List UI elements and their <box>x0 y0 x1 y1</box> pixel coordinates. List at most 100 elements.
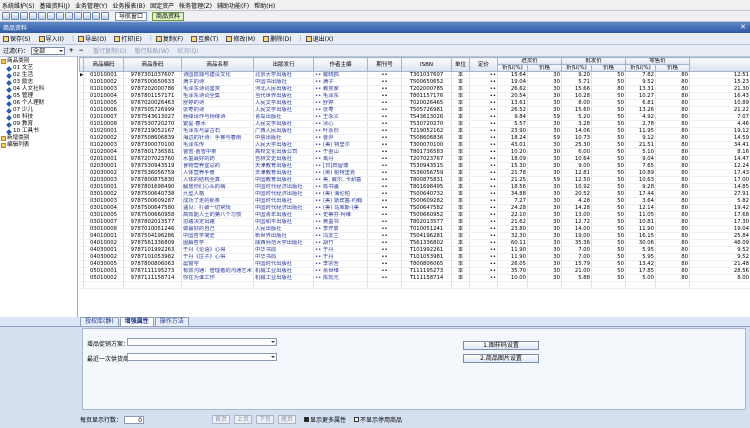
table-cell[interactable]: •• 余世维 <box>313 267 368 275</box>
table-cell[interactable]: 30 <box>527 78 563 86</box>
table-cell[interactable]: 本 <box>451 148 470 156</box>
table-cell[interactable]: 35.36 <box>561 239 593 247</box>
table-cell[interactable]: 本 <box>451 239 470 247</box>
table-cell[interactable]: •• <box>469 204 498 212</box>
table-cell[interactable]: T500650652 <box>401 78 452 86</box>
table-cell[interactable]: 13.31 <box>625 85 657 93</box>
table-cell[interactable]: •• 陈凯元 <box>313 274 368 282</box>
table-cell[interactable]: 28.56 <box>689 267 750 275</box>
table-cell[interactable]: 9787530720270 <box>123 120 182 128</box>
menu-item[interactable]: 业务报表(B) <box>112 1 145 10</box>
table-cell[interactable]: 30 <box>527 99 563 107</box>
table-cell[interactable]: 机械工业出版社 <box>253 267 314 275</box>
table-cell[interactable]: 80 <box>655 162 691 170</box>
table-cell[interactable]: •• <box>367 218 402 226</box>
table-cell[interactable]: 80 <box>655 246 691 254</box>
table-cell[interactable]: •• <box>469 120 498 128</box>
table-cell[interactable]: 80 <box>655 78 691 86</box>
status-link[interactable]: 状况(Q) <box>177 46 198 55</box>
tree-item[interactable]: 02 生活 <box>0 72 77 79</box>
table-cell[interactable]: 80 <box>655 218 691 226</box>
table-cell[interactable]: 人民文学出版社 <box>253 120 314 128</box>
menu-item[interactable]: 帐务管理(Z) <box>179 1 212 10</box>
table-cell[interactable]: •• <box>367 246 402 254</box>
table-cell[interactable]: 30 <box>527 197 563 205</box>
table-cell[interactable]: 19.04 <box>497 78 528 86</box>
tree-item[interactable]: 10 工具书 <box>0 128 77 135</box>
tree-item[interactable]: 04 人文社科 <box>0 86 77 93</box>
table-cell[interactable]: •• 毛泽东 <box>313 92 368 100</box>
table-cell[interactable]: 5.71 <box>561 78 593 86</box>
table-cell[interactable]: •• 满子 <box>313 78 368 86</box>
table-cell[interactable]: •• 胡竹 <box>313 239 368 247</box>
table-cell[interactable]: 食物营养宜忌的 <box>181 162 254 170</box>
table-row[interactable] <box>79 281 750 289</box>
table-cell[interactable]: 本 <box>451 78 470 86</box>
table-cell[interactable]: 中国时代经济出版社 <box>253 204 314 212</box>
table-cell[interactable]: T530943515 <box>401 162 452 170</box>
table-cell[interactable]: 8.00 <box>689 274 750 282</box>
table-cell[interactable]: T505726981 <box>401 106 452 114</box>
tree-item[interactable]: 03 励志 <box>0 79 77 86</box>
table-cell[interactable]: 中国书出版社 <box>253 78 314 86</box>
table-cell[interactable]: 北京大学出版社 <box>253 71 314 79</box>
table-cell[interactable]: 50 <box>591 176 627 184</box>
table-cell[interactable]: 10.27 <box>625 92 657 100</box>
table-cell[interactable]: 本 <box>451 99 470 107</box>
table-cell[interactable]: •• <box>367 274 402 282</box>
table-cell[interactable]: •• <box>367 225 402 233</box>
table-cell[interactable]: 30 <box>527 232 563 240</box>
table-cell[interactable]: 50 <box>591 246 627 254</box>
table-cell[interactable]: •• <box>469 71 498 79</box>
table-cell[interactable]: 本 <box>451 155 470 163</box>
table-cell[interactable]: •• <box>367 127 402 135</box>
table-cell[interactable]: 10.63 <box>625 176 657 184</box>
table-cell[interactable]: 21.51 <box>625 141 657 149</box>
table-cell[interactable]: 本 <box>451 92 470 100</box>
table-cell[interactable]: •• <box>367 148 402 156</box>
table-cell[interactable]: 18.56 <box>497 183 528 191</box>
table-cell[interactable]: 本 <box>451 134 470 142</box>
table-cell[interactable]: •• <box>367 134 402 142</box>
tree-extra[interactable]: 新增类别 <box>0 135 77 142</box>
table-cell[interactable] <box>253 281 314 289</box>
table-cell[interactable]: 14.59 <box>689 134 750 142</box>
table-cell[interactable]: 24.28 <box>497 204 528 212</box>
table-cell[interactable]: 9.28 <box>625 183 657 191</box>
list-icon[interactable] <box>38 12 46 20</box>
column-subheader[interactable]: 价格 <box>655 64 691 72</box>
table-cell[interactable]: •• (美) 海伦帕 <box>313 190 368 198</box>
column-header[interactable]: 定价 <box>469 57 498 72</box>
table-cell[interactable]: T202000785 <box>401 85 452 93</box>
column-header[interactable]: 单位 <box>451 57 470 72</box>
table-row[interactable]: 04030001 9787101992263 于丹《论语》心得 中华书局 •• 于丹 ••… <box>79 246 750 254</box>
help-icon[interactable] <box>101 12 109 20</box>
table-cell[interactable]: 人体的结构全真 <box>181 176 254 184</box>
table-cell[interactable]: 陕西师范大学出版社 <box>253 239 314 247</box>
table-cell[interactable]: 9.52 <box>689 253 750 261</box>
table-cell[interactable]: 当代世界出版社 <box>253 92 314 100</box>
table-cell[interactable]: 有效沟通：管理者的沟通艺术 <box>181 267 254 275</box>
table-cell[interactable] <box>497 281 528 289</box>
hide-disabled-checkbox[interactable] <box>354 417 360 422</box>
table-cell[interactable]: 本 <box>451 218 470 226</box>
table-row[interactable]: 01020002 9787508606839 海边的针诗：手推与春雨 中信出版社 •• … <box>79 134 750 142</box>
table-cell[interactable] <box>561 281 593 289</box>
table-cell[interactable]: 7.00 <box>561 246 593 254</box>
table-cell[interactable]: T500640732 <box>401 190 452 198</box>
table-row[interactable]: 01010006 9787505726999 张枣的诗 人民文学出版社 •• 张枣 •• T… <box>79 106 750 114</box>
menu-item[interactable]: 系统维护(S) <box>2 1 35 10</box>
table-cell[interactable]: 50 <box>591 225 627 233</box>
table-cell[interactable]: •• <box>367 113 402 121</box>
table-cell[interactable] <box>655 281 691 289</box>
table-cell[interactable]: 9.12 <box>625 134 657 142</box>
table-cell[interactable]: 5.20 <box>561 113 593 121</box>
table-cell[interactable]: T800806065 <box>401 260 452 268</box>
table-cell[interactable]: T207023767 <box>401 155 452 163</box>
table-cell[interactable]: 20.52 <box>561 190 593 198</box>
table-cell[interactable]: •• (美) 斯宾塞·约翰 <box>313 197 368 205</box>
table-cell[interactable]: 9787301037607 <box>123 71 182 79</box>
temp-paste-link[interactable]: 暂行粘贴(W) <box>134 46 169 55</box>
goods-info-button[interactable]: 商品资料 <box>152 11 185 21</box>
swap-button[interactable]: 互换(T) <box>191 34 222 43</box>
